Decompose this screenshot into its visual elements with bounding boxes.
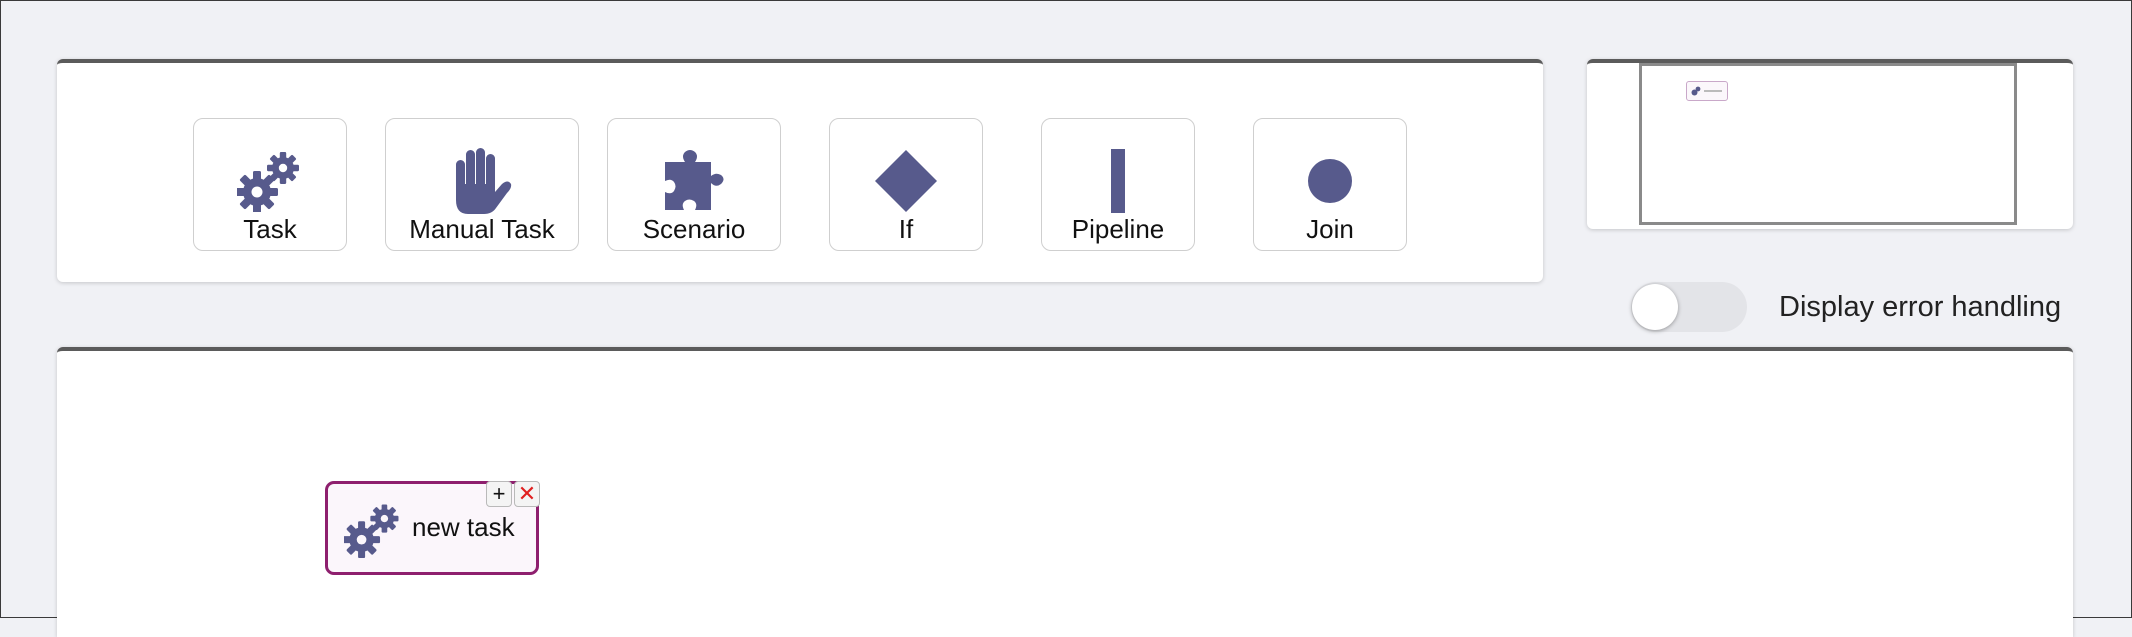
- minimap-node: [1686, 81, 1728, 101]
- palette-item-manual-task[interactable]: Manual Task: [385, 118, 579, 251]
- hand-icon: [386, 147, 578, 215]
- palette-item-label: Join: [1306, 214, 1354, 244]
- palette-item-pipeline[interactable]: Pipeline: [1041, 118, 1195, 251]
- minimap-node-label: [1704, 90, 1722, 92]
- circle-icon: [1254, 147, 1406, 215]
- add-connection-button[interactable]: +: [486, 481, 512, 507]
- gears-icon: [194, 147, 346, 215]
- toggle-knob[interactable]: [1632, 284, 1678, 330]
- palette-item-label: If: [898, 214, 914, 244]
- error-handling-toggle[interactable]: [1631, 282, 1747, 332]
- workflow-canvas[interactable]: new task + ✕: [57, 347, 2073, 637]
- bar-icon: [1042, 147, 1194, 215]
- delete-node-button[interactable]: ✕: [514, 481, 540, 507]
- palette-item-label: Manual Task: [409, 214, 555, 244]
- palette-item-scenario[interactable]: Scenario: [607, 118, 781, 251]
- minimap-viewport[interactable]: [1639, 63, 2017, 225]
- diamond-icon: [830, 147, 982, 215]
- palette-item-if[interactable]: If: [829, 118, 983, 251]
- canvas-task-node[interactable]: new task + ✕: [325, 481, 540, 575]
- gears-icon: [343, 502, 402, 559]
- node-palette: Task Manual Task Scenario If Pipeline Jo…: [57, 59, 1543, 282]
- palette-item-label: Task: [243, 214, 297, 244]
- error-handling-label: Display error handling: [1779, 291, 2062, 323]
- palette-item-join[interactable]: Join: [1253, 118, 1407, 251]
- palette-item-label: Scenario: [642, 214, 746, 244]
- gears-icon: [1691, 86, 1701, 96]
- palette-item-task[interactable]: Task: [193, 118, 347, 251]
- puzzle-icon: [608, 147, 780, 215]
- task-node-label: new task: [412, 512, 515, 542]
- palette-item-label: Pipeline: [1071, 214, 1165, 244]
- minimap[interactable]: [1587, 59, 2073, 229]
